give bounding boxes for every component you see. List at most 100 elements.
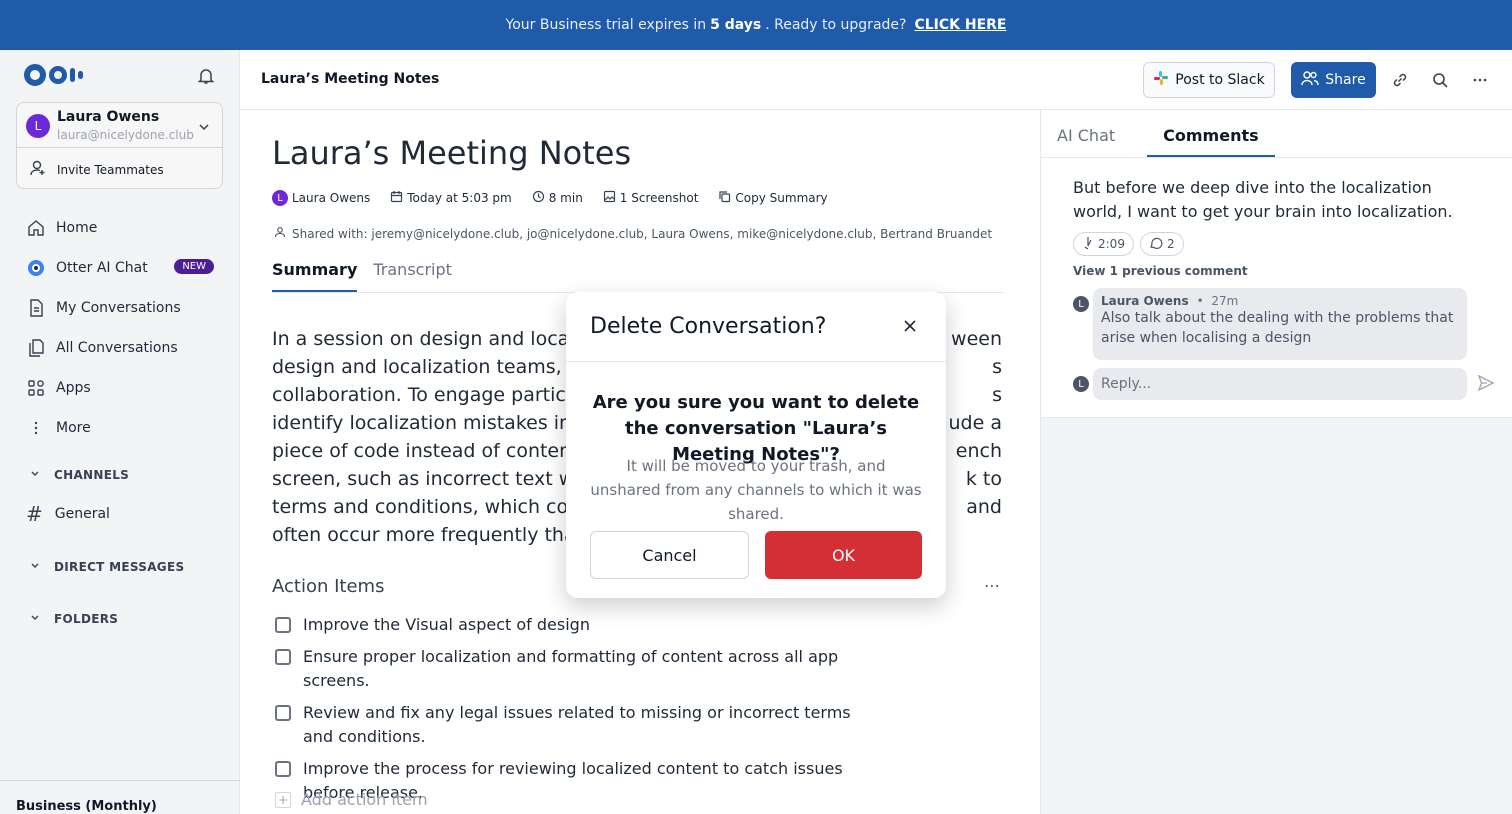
summary-line: identify localization mistakes in a D xyxy=(272,412,610,434)
dialog-header: Delete Conversation? xyxy=(566,292,946,362)
add-action-item-button[interactable]: + Add action item xyxy=(275,790,428,809)
documents-icon xyxy=(26,338,46,358)
clock-icon xyxy=(532,190,545,206)
page-title: Laura’s Meeting Notes xyxy=(272,134,632,172)
summary-line-right: ween xyxy=(951,328,1002,350)
nav-more-label: More xyxy=(56,420,91,436)
comment-quote[interactable]: But before we deep dive into the localiz… xyxy=(1073,176,1473,224)
add-action-label: Add action item xyxy=(301,790,428,809)
post-to-slack-label: Post to Slack xyxy=(1175,72,1265,88)
summary-line: design and localization teams, high xyxy=(272,356,610,378)
action-items-heading: Action Items xyxy=(272,576,385,597)
more-horizontal-icon[interactable] xyxy=(1470,70,1490,90)
nav-apps[interactable]: Apps xyxy=(26,368,216,408)
otter-logo[interactable] xyxy=(24,64,83,86)
comment-chips: 2:09 2 xyxy=(1073,232,1480,256)
copy-summary-button[interactable]: Copy Summary xyxy=(718,190,828,206)
action-checkbox[interactable] xyxy=(275,761,291,777)
nav-apps-label: Apps xyxy=(56,380,91,396)
audio-icon xyxy=(1082,236,1094,253)
delete-conversation-dialog: Delete Conversation? Are you sure you wa… xyxy=(566,292,946,598)
reply-input[interactable] xyxy=(1093,368,1467,400)
comment-reply: Laura Owens • 27m Also talk about the de… xyxy=(1093,288,1467,360)
nav-my-conversations[interactable]: My Conversations xyxy=(26,288,216,328)
banner-days: 5 days xyxy=(710,17,762,33)
summary-line: collaboration. To engage participan xyxy=(272,384,607,406)
summary-line-right: ude a xyxy=(948,412,1002,434)
summary-line: often occur more frequently than ex xyxy=(272,524,617,546)
comment-count-chip[interactable]: 2 xyxy=(1139,232,1184,256)
action-checkbox[interactable] xyxy=(275,649,291,665)
cancel-button[interactable]: Cancel xyxy=(590,531,749,579)
slack-icon xyxy=(1153,70,1169,90)
action-checkbox[interactable] xyxy=(275,617,291,633)
tab-summary[interactable]: Summary xyxy=(272,260,358,292)
upgrade-link[interactable]: CLICK HERE xyxy=(914,17,1006,33)
action-item: Ensure proper localization and formattin… xyxy=(275,645,875,693)
nav-more[interactable]: More xyxy=(26,408,216,448)
reply-text: Also talk about the dealing with the pro… xyxy=(1101,310,1454,346)
action-checkbox[interactable] xyxy=(275,705,291,721)
tab-ai-chat[interactable]: AI Chat xyxy=(1057,110,1131,157)
otter-ai-icon xyxy=(26,258,46,278)
folders-label: FOLDERS xyxy=(54,612,119,626)
dialog-description: It will be moved to your trash, and unsh… xyxy=(590,457,922,523)
author[interactable]: L Laura Owens xyxy=(272,190,370,206)
header-title: Laura’s Meeting Notes xyxy=(261,71,440,87)
action-text[interactable]: Improve the Visual aspect of design xyxy=(303,613,590,637)
banner-suffix: . Ready to upgrade? xyxy=(765,17,907,33)
send-icon[interactable] xyxy=(1477,374,1497,394)
share-label: Share xyxy=(1325,72,1366,88)
summary-line-right: ench xyxy=(955,440,1002,462)
conversation-meta: L Laura Owens Today at 5:03 pm 8 min 1 S… xyxy=(272,190,828,206)
action-text[interactable]: Review and fix any legal issues related … xyxy=(303,701,875,749)
share-button[interactable]: Share xyxy=(1291,62,1376,98)
shared-with-text: Shared with: jeremy@nicelydone.club, jo@… xyxy=(292,226,993,241)
shared-with[interactable]: Shared with: jeremy@nicelydone.club, jo@… xyxy=(274,226,992,241)
screenshots[interactable]: 1 Screenshot xyxy=(603,190,698,206)
author-name: Laura Owens xyxy=(292,191,371,205)
post-to-slack-button[interactable]: Post to Slack xyxy=(1143,62,1275,98)
home-icon xyxy=(26,218,46,238)
account-name: Laura Owens xyxy=(57,109,160,125)
users-icon xyxy=(1301,70,1319,90)
avatar: L xyxy=(272,190,288,206)
tab-comments[interactable]: Comments xyxy=(1147,110,1275,157)
channel-general[interactable]: # General xyxy=(26,502,110,526)
summary-line: In a session on design and localizat xyxy=(272,328,609,350)
nav-otter-ai-chat[interactable]: Otter AI Chat NEW xyxy=(26,248,216,288)
more-vertical-icon xyxy=(26,418,46,438)
summary-line: piece of code instead of content on xyxy=(272,440,609,462)
tab-transcript[interactable]: Transcript xyxy=(373,260,452,292)
nav-all-conversations-label: All Conversations xyxy=(56,340,178,356)
nav-all-conversations[interactable]: All Conversations xyxy=(26,328,216,368)
bell-icon[interactable] xyxy=(196,66,216,86)
chevron-down-icon xyxy=(198,118,210,131)
audio-timestamp-chip[interactable]: 2:09 xyxy=(1073,232,1134,256)
folders-header[interactable]: FOLDERS xyxy=(30,612,118,626)
plan-label[interactable]: Business (Monthly) xyxy=(0,780,240,814)
users-icon xyxy=(274,226,286,241)
image-icon xyxy=(603,190,616,206)
more-horizontal-icon[interactable]: ⋯ xyxy=(984,576,1000,595)
action-items-list: Improve the Visual aspect of design Ensu… xyxy=(275,613,875,813)
invite-teammates-button[interactable]: Invite Teammates xyxy=(29,159,164,180)
chevron-down-icon xyxy=(30,612,40,626)
view-previous-comment-link[interactable]: View 1 previous comment xyxy=(1073,264,1480,278)
action-text[interactable]: Ensure proper localization and formattin… xyxy=(303,645,875,693)
copy-summary-label: Copy Summary xyxy=(735,191,828,205)
nav-my-conversations-label: My Conversations xyxy=(56,300,181,316)
search-icon[interactable] xyxy=(1430,70,1450,90)
summary-line-right: k to xyxy=(965,468,1002,490)
banner-prefix: Your Business trial expires in xyxy=(505,17,707,33)
ok-button[interactable]: OK xyxy=(765,531,922,579)
nav-home[interactable]: Home xyxy=(26,208,216,248)
link-icon[interactable] xyxy=(1390,70,1410,90)
reply-author: Laura Owens xyxy=(1101,294,1189,308)
add-user-icon xyxy=(29,159,47,180)
channels-header[interactable]: CHANNELS xyxy=(30,468,129,482)
account-switcher[interactable]: L Laura Owens laura@nicelydone.club xyxy=(17,103,222,148)
direct-messages-header[interactable]: DIRECT MESSAGES xyxy=(30,560,184,574)
document-icon xyxy=(26,298,46,318)
close-icon[interactable] xyxy=(902,318,918,334)
